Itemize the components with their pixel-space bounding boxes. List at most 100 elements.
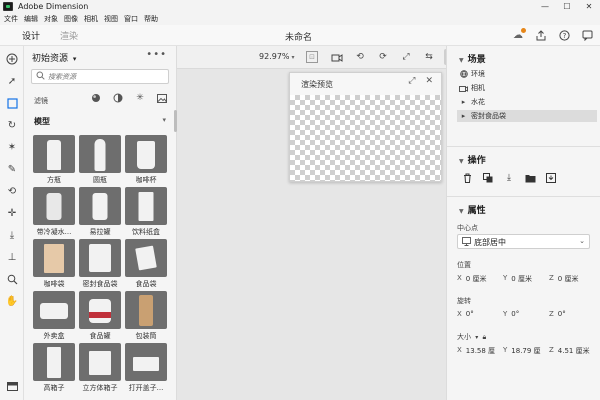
size-header[interactable]: 大小 ▾ 🔒︎ xyxy=(457,332,486,342)
close-icon[interactable]: ✕ xyxy=(425,76,433,86)
asset-food-can[interactable]: 食品罐 xyxy=(79,291,121,343)
select-tool-icon[interactable]: ➚ xyxy=(4,73,20,89)
asset-food-bag[interactable]: 食品袋 xyxy=(125,239,167,291)
camera-dolly-icon[interactable]: ⟳ xyxy=(375,49,391,65)
position-z-field[interactable]: Z0 厘米 xyxy=(549,274,595,284)
asset-soda-can[interactable]: 易拉罐 xyxy=(79,187,121,239)
expand-icon[interactable]: ⤢ xyxy=(408,76,415,86)
asset-sealed-food-bag[interactable]: 密封食品袋 xyxy=(79,239,121,291)
eyedropper-icon[interactable]: ✎ xyxy=(4,161,20,177)
minimize-button[interactable]: — xyxy=(534,0,556,13)
more-options-icon[interactable]: ••• xyxy=(146,49,167,60)
cloud-sync-icon[interactable]: ☁ xyxy=(511,28,526,42)
menu-edit[interactable]: 编辑 xyxy=(21,14,41,24)
export-icon[interactable]: ⤓ xyxy=(503,172,515,184)
models-section-title: 模型 xyxy=(34,117,50,126)
model-icon: ▸ xyxy=(461,112,466,120)
window-controls: — ☐ ✕ xyxy=(534,0,600,13)
camera-pan-icon[interactable]: ⟲ xyxy=(352,49,368,65)
search-input[interactable] xyxy=(48,71,163,82)
orbit-tool-icon[interactable]: ↻ xyxy=(4,117,20,133)
scene-section-header[interactable]: ▼ 场景 xyxy=(459,52,486,65)
properties-section-header[interactable]: ▼ 属性 xyxy=(459,203,486,216)
asset-coffee-bag[interactable]: 咖啡袋 xyxy=(33,239,75,291)
panel-toggle-icon[interactable] xyxy=(4,378,20,394)
scene-item-environment[interactable]: 环境 xyxy=(457,68,597,80)
menu-image[interactable]: 图像 xyxy=(61,14,81,24)
share-icon[interactable] xyxy=(534,28,548,42)
scene-item-camera[interactable]: 相机 xyxy=(457,82,597,94)
asset-square-bottle[interactable]: 方瓶 xyxy=(33,135,75,187)
position-y-field[interactable]: Y0 厘米 xyxy=(503,274,549,284)
menu-object[interactable]: 对象 xyxy=(41,14,61,24)
filter-materials-icon[interactable] xyxy=(112,92,124,104)
asset-label: 咖啡袋 xyxy=(43,280,65,288)
tab-design[interactable]: 设计 xyxy=(20,29,42,48)
filter-models-icon[interactable] xyxy=(90,92,102,104)
canvas-area[interactable]: 92.97% ▾ ⊡ ⟲ ⟳ ⤢ ⇆ 渲染预览 ⤢ ✕ xyxy=(177,46,460,400)
asset-thumbnail xyxy=(33,343,75,381)
size-z-field[interactable]: Z 4.51 厘米 xyxy=(549,346,595,356)
close-window-button[interactable]: ✕ xyxy=(578,0,600,13)
asset-thumbnail xyxy=(79,343,121,381)
camera-zoom-icon[interactable]: ⤢ xyxy=(398,49,414,65)
size-x-field[interactable]: X 13.58 厘 xyxy=(457,346,503,356)
feedback-icon[interactable] xyxy=(580,28,594,42)
properties-panel: ▼ 场景 环境 相机 ▸ 水花 ▸ 密封食品袋 ▼ 操作 ⤓ ▼ 属性 中心点 … xyxy=(446,46,600,400)
maximize-button[interactable]: ☐ xyxy=(556,0,578,13)
size-y-field[interactable]: Y 18.79 厘 xyxy=(503,346,549,356)
asset-label: 食品袋 xyxy=(135,280,157,288)
asset-cube-box[interactable]: 立方体箱子 xyxy=(79,343,121,395)
asset-takeout-box[interactable]: 外卖盒 xyxy=(33,291,75,343)
menu-help[interactable]: 帮助 xyxy=(141,14,161,24)
rotate-tool-icon[interactable]: ⟲ xyxy=(4,183,20,199)
frame-icon[interactable]: ⊡ xyxy=(306,51,318,63)
menu-view[interactable]: 视图 xyxy=(101,14,121,24)
filter-lights-icon[interactable]: ✳ xyxy=(134,92,146,104)
zoom-dropdown[interactable]: 92.97% ▾ xyxy=(259,52,295,61)
filter-images-icon[interactable] xyxy=(156,92,168,104)
move-tool-icon[interactable]: ✛ xyxy=(4,205,20,221)
duplicate-icon[interactable] xyxy=(482,172,494,184)
rotation-x-field[interactable]: X 0° xyxy=(457,310,503,318)
actions-section-header[interactable]: ▼ 操作 xyxy=(459,153,486,166)
scene-item-sealed-food-bag[interactable]: ▸ 密封食品袋 xyxy=(457,110,597,122)
assets-source-dropdown[interactable]: 初始资源 ▾ xyxy=(32,51,76,64)
rotation-y-field[interactable]: Y 0° xyxy=(503,310,549,318)
place-image-icon[interactable] xyxy=(545,172,557,184)
menu-window[interactable]: 窗口 xyxy=(121,14,141,24)
lock-icon[interactable]: 🔒︎ xyxy=(482,333,486,341)
asset-open-lid-box[interactable]: 打开盖子... xyxy=(125,343,167,395)
asset-coffee-cup[interactable]: 咖啡杯 xyxy=(125,135,167,187)
camera-bookmark-icon[interactable]: ⇆ xyxy=(421,49,437,65)
rotation-z-field[interactable]: Z 0° xyxy=(549,310,595,318)
position-x-field[interactable]: X0 厘米 xyxy=(457,274,503,284)
assets-panel: 初始资源 ▾ ••• 滤镜 ✳ 模型 ▾ 方瓶 圆瓶 xyxy=(24,46,177,400)
group-folder-icon[interactable] xyxy=(524,172,536,184)
asset-juice-carton[interactable]: 饮料纸盒 xyxy=(125,187,167,239)
zoom-tool-icon[interactable] xyxy=(4,271,20,287)
asset-tall-box[interactable]: 高箱子 xyxy=(33,343,75,395)
drop-to-ground-icon[interactable]: ⤓ xyxy=(4,227,20,243)
menu-file[interactable]: 文件 xyxy=(0,14,21,24)
cloud-badge xyxy=(521,28,526,33)
pivot-dropdown[interactable]: 底部居中 ⌄ xyxy=(457,234,590,249)
scene-item-splash[interactable]: ▸ 水花 xyxy=(457,96,597,108)
asset-condensation-can[interactable]: 带冷凝水... xyxy=(33,187,75,239)
asset-round-bottle[interactable]: 圆瓶 xyxy=(79,135,121,187)
collapse-section-icon[interactable]: ▾ xyxy=(162,116,166,124)
menu-camera[interactable]: 相机 xyxy=(81,14,101,24)
help-icon[interactable]: ? xyxy=(557,28,571,42)
delete-icon[interactable] xyxy=(461,172,473,184)
align-tool-icon[interactable]: ⊥ xyxy=(4,249,20,265)
position-fields: X0 厘米 Y0 厘米 Z0 厘米 xyxy=(457,274,595,284)
hand-tool-icon[interactable]: ✋ xyxy=(4,293,20,309)
render-preview-controls: ⤢ ✕ xyxy=(408,76,433,86)
asset-label: 饮料纸盒 xyxy=(132,228,160,236)
tab-render[interactable]: 渲染 xyxy=(60,29,78,42)
camera-orbit-icon[interactable] xyxy=(329,49,345,65)
asset-packaging-tube[interactable]: 包装筒 xyxy=(125,291,167,343)
add-icon[interactable] xyxy=(4,51,20,67)
magic-wand-icon[interactable]: ✶ xyxy=(4,139,20,155)
marquee-tool-icon[interactable] xyxy=(4,95,20,111)
